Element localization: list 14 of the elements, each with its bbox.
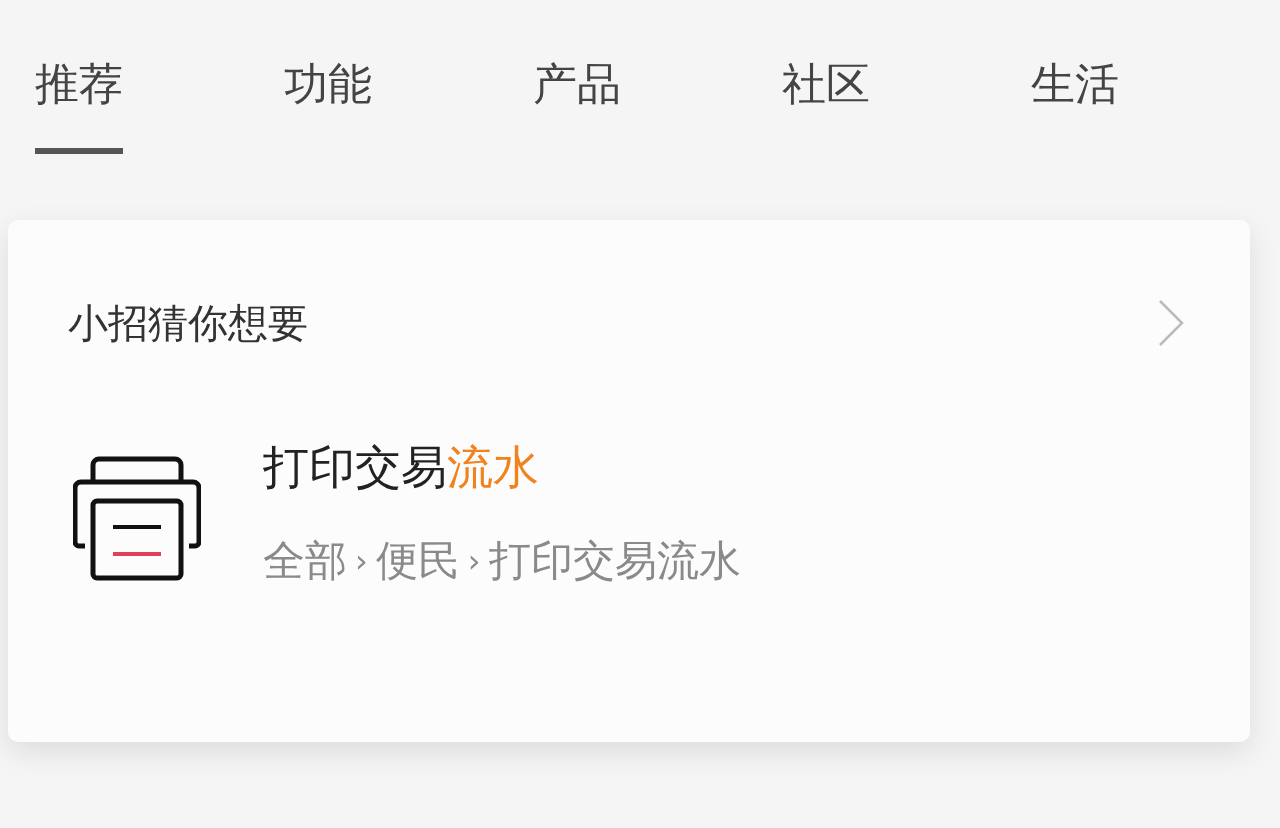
chevron-right-icon[interactable] — [1156, 298, 1186, 348]
tab[interactable]: 功能 — [284, 62, 372, 154]
breadcrumb-separator: › — [467, 545, 481, 577]
breadcrumb-item: 便民 — [375, 540, 460, 582]
breadcrumb-separator: › — [355, 545, 368, 577]
printer-icon — [73, 456, 201, 582]
breadcrumb-item: 全部 — [263, 540, 347, 582]
tab[interactable]: 推荐 — [35, 62, 123, 154]
tab[interactable]: 社区 — [782, 62, 870, 154]
tab[interactable]: 生活 — [1031, 62, 1119, 154]
section-title: 小招猜你想要 — [68, 303, 308, 343]
result-title[interactable]: 打印交易流水 — [263, 444, 741, 490]
tab[interactable]: 产品 — [533, 62, 621, 154]
breadcrumb-item: 打印交易流水 — [488, 540, 741, 582]
